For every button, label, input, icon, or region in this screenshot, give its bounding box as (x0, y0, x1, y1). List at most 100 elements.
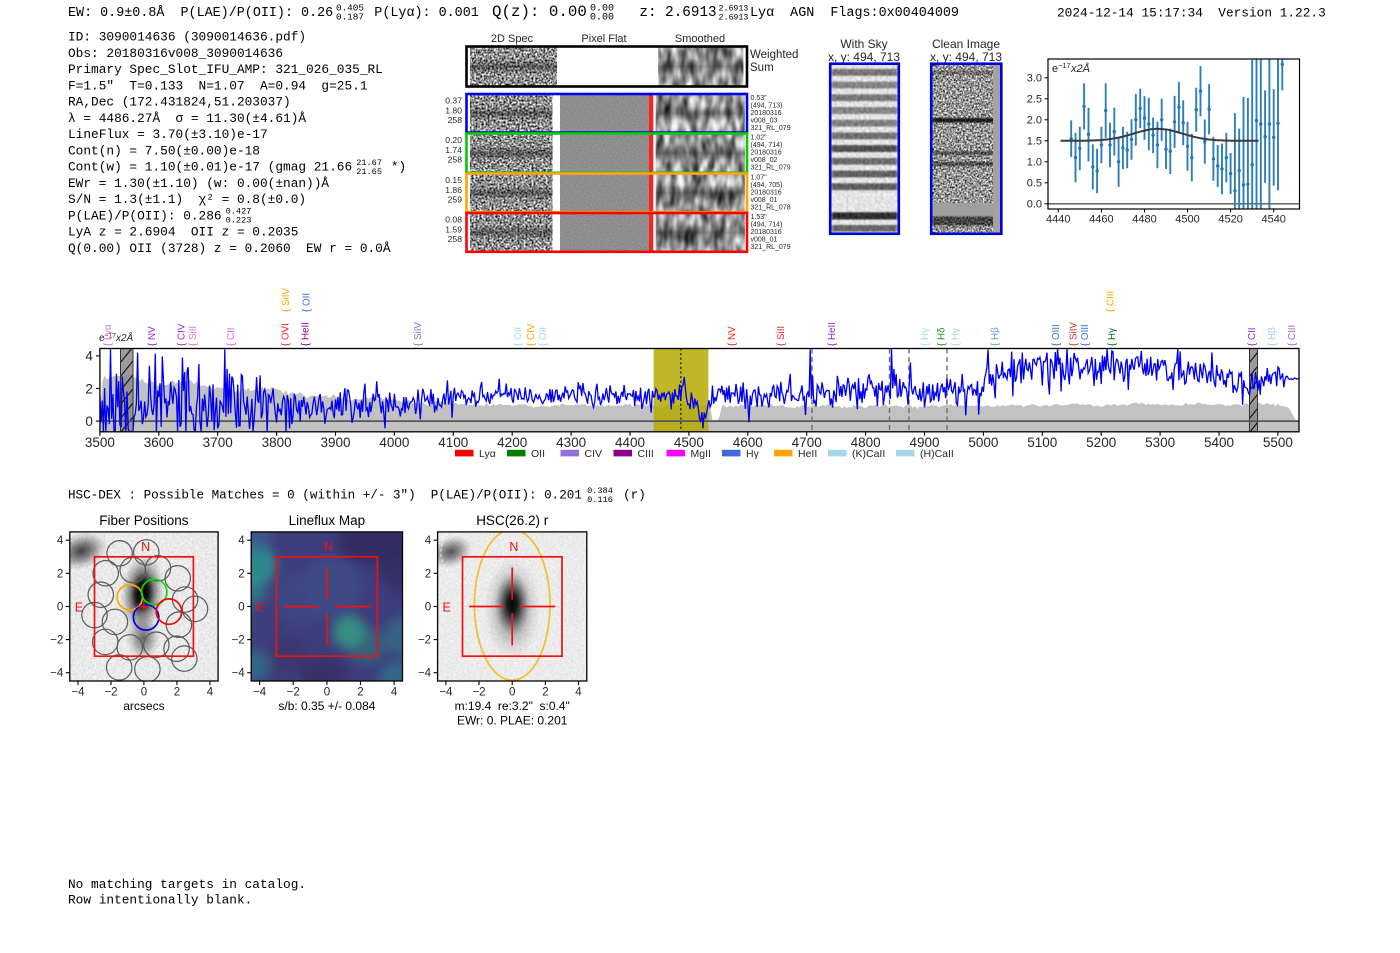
svg-text:{ Hδ: { Hδ (937, 327, 948, 346)
svg-text:3700: 3700 (203, 435, 233, 450)
svg-text:4000: 4000 (379, 435, 409, 450)
svg-text:(H)CaII: (H)CaII (920, 448, 954, 460)
svg-text:0: 0 (57, 602, 63, 614)
svg-text:Clean Image: Clean Image (932, 37, 1000, 51)
svg-text:1.59: 1.59 (445, 224, 462, 234)
svg-text:−2: −2 (104, 687, 117, 699)
svg-text:arcsecs: arcsecs (123, 699, 164, 713)
svg-text:x2Å: x2Å (115, 331, 134, 344)
svg-text:{ OIII: { OIII (1051, 324, 1062, 346)
svg-text:{ CIII: { CIII (1287, 325, 1298, 346)
svg-text:Row intentionally blank.: Row intentionally blank. (68, 893, 252, 908)
svg-text:Q(z): 0.00: Q(z): 0.00 (492, 3, 587, 21)
svg-text:3600: 3600 (144, 435, 174, 450)
svg-text:0.20: 0.20 (445, 135, 462, 145)
svg-text:0: 0 (85, 414, 93, 429)
svg-text:{ Hβ: { Hβ (1267, 327, 1278, 346)
svg-text:2D Spec: 2D Spec (491, 33, 534, 45)
svg-text:(494, 705): (494, 705) (751, 182, 783, 189)
svg-text:s/b: 0.35 +/- 0.084: s/b: 0.35 +/- 0.084 (278, 699, 375, 713)
svg-text:Q(0.00) OII (3728) z = 0.2060: Q(0.00) OII (3728) z = 0.2060 EW r = 0.0… (68, 241, 391, 256)
svg-text:{ SiIV: { SiIV (413, 322, 424, 346)
svg-text:4500: 4500 (1175, 214, 1199, 226)
svg-text:5400: 5400 (1204, 435, 1234, 450)
svg-text:{ SiIV: { SiIV (1069, 322, 1080, 346)
svg-text:−2: −2 (232, 635, 245, 647)
svg-text:4440: 4440 (1046, 214, 1070, 226)
svg-text:{ CII: { CII (226, 327, 237, 346)
svg-text:CIII: CIII (638, 448, 654, 460)
svg-text:Lineflux Map: Lineflux Map (289, 513, 366, 528)
svg-text:N: N (141, 540, 150, 554)
svg-text:0.37: 0.37 (445, 96, 462, 106)
svg-text:2.0: 2.0 (1027, 115, 1042, 127)
svg-text:{ SiII: { SiII (188, 326, 199, 346)
svg-text:2: 2 (174, 687, 180, 699)
svg-text:4: 4 (575, 687, 582, 699)
svg-text:{ OIII: { OIII (1080, 324, 1091, 346)
svg-text:{ Hγ: { Hγ (920, 328, 931, 346)
svg-text:{ HeII: { HeII (827, 322, 838, 346)
svg-text:{ Hγ: { Hγ (951, 328, 962, 346)
svg-text:4: 4 (425, 535, 432, 547)
svg-text:4: 4 (207, 687, 214, 699)
svg-text:0.53": 0.53" (751, 95, 768, 102)
svg-text:5000: 5000 (968, 435, 998, 450)
svg-text:4: 4 (238, 535, 245, 547)
svg-text:RA,Dec (172.431824,51.203037): RA,Dec (172.431824,51.203037) (68, 95, 291, 110)
svg-text:EWr = 1.30(±1.10) (w: 0.00(±na: EWr = 1.30(±1.10) (w: 0.00(±nan))Å (68, 176, 329, 191)
svg-text:−4: −4 (50, 668, 64, 680)
svg-text:20180316: 20180316 (751, 110, 782, 117)
svg-text:5200: 5200 (1086, 435, 1116, 450)
svg-text:4200: 4200 (497, 435, 527, 450)
svg-text:5500: 5500 (1263, 435, 1293, 450)
svg-text:1.07": 1.07" (751, 175, 768, 182)
svg-text:4480: 4480 (1132, 214, 1156, 226)
svg-text:E: E (443, 600, 451, 614)
svg-text:4: 4 (85, 349, 93, 364)
svg-text:4: 4 (57, 535, 64, 547)
svg-text:(494, 714): (494, 714) (751, 142, 783, 149)
svg-text:Lyα AGN Flags:0x00404009: Lyα AGN Flags:0x00404009 (750, 6, 959, 21)
svg-text:Fiber Positions: Fiber Positions (99, 513, 189, 528)
svg-text:20180316: 20180316 (751, 149, 782, 156)
svg-text:1.5: 1.5 (1027, 136, 1042, 148)
svg-text:321_RL_079: 321_RL_079 (751, 125, 791, 132)
svg-text:0.187: 0.187 (336, 11, 364, 22)
svg-text:Primary Spec_Slot_IFU_AMP: 321: Primary Spec_Slot_IFU_AMP: 321_026_035_R… (68, 62, 383, 77)
svg-text:0.00: 0.00 (590, 12, 614, 23)
svg-text:4520: 4520 (1218, 214, 1242, 226)
svg-text:21.65: 21.65 (356, 167, 382, 177)
svg-text:2.6913: 2.6913 (719, 13, 749, 22)
svg-text:x, y: 494, 713: x, y: 494, 713 (828, 50, 900, 64)
svg-text:321_RL_079: 321_RL_079 (751, 244, 791, 251)
svg-text:E: E (256, 600, 264, 614)
svg-text:4540: 4540 (1261, 214, 1285, 226)
svg-text:0.0: 0.0 (1027, 199, 1042, 211)
svg-text:{ OII: { OII (513, 327, 524, 346)
svg-text:−4: −4 (232, 668, 246, 680)
svg-text:v008_03: v008_03 (751, 117, 778, 124)
svg-text:Obs: 20180316v008_3090014636: Obs: 20180316v008_3090014636 (68, 46, 283, 61)
svg-text:{ CIV: { CIV (526, 323, 537, 346)
svg-text:0.08: 0.08 (445, 215, 462, 225)
svg-text:259: 259 (448, 195, 463, 205)
svg-text:Pixel Flat: Pixel Flat (581, 33, 626, 45)
svg-text:258: 258 (448, 234, 463, 244)
svg-text:Smoothed: Smoothed (675, 33, 725, 45)
svg-text:0.15: 0.15 (445, 175, 462, 185)
svg-text:2: 2 (57, 568, 63, 580)
svg-text:{ CIV: { CIV (177, 323, 188, 346)
svg-text:x, y: 494, 713: x, y: 494, 713 (930, 50, 1002, 64)
svg-text:{ CII: { CII (1247, 327, 1258, 346)
svg-text:Weighted: Weighted (750, 49, 798, 61)
svg-text:CIV: CIV (585, 448, 603, 460)
svg-text:−4: −4 (418, 668, 432, 680)
svg-text:258: 258 (448, 155, 463, 165)
svg-text:LineFlux = 3.70(±3.10)e-17: LineFlux = 3.70(±3.10)e-17 (68, 127, 268, 142)
svg-text:{ Lyα: { Lyα (103, 324, 114, 346)
svg-text:−4: −4 (71, 687, 85, 699)
svg-text:N: N (324, 540, 333, 554)
svg-text:−2: −2 (287, 687, 300, 699)
svg-text:N: N (509, 540, 518, 554)
